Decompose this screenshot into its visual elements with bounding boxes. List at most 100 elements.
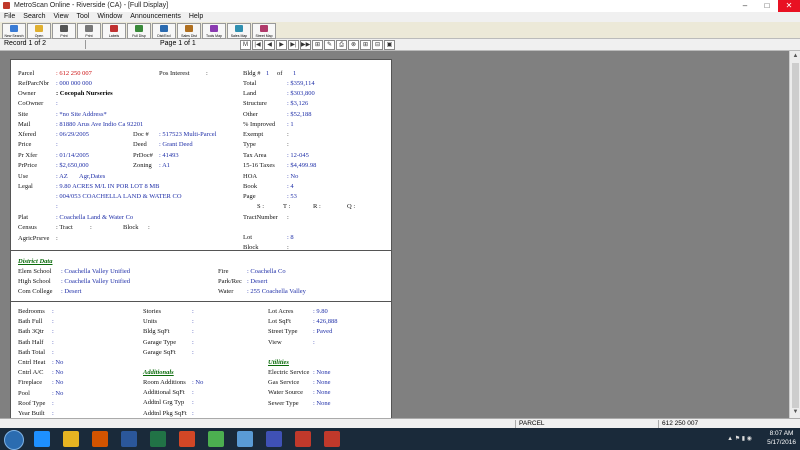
toolbar-button-1[interactable]: Open bbox=[27, 23, 51, 39]
field-label: Bldg SqFt bbox=[143, 328, 170, 336]
menu-tool[interactable]: Tool bbox=[73, 12, 94, 22]
taxes-label: 15-16 Taxes bbox=[243, 162, 275, 169]
menu-help[interactable]: Help bbox=[185, 12, 207, 22]
menu-announcements[interactable]: Announcements bbox=[126, 12, 185, 22]
clock[interactable]: 8:07 AM 5/17/2016 bbox=[767, 429, 796, 447]
menu-window[interactable]: Window bbox=[93, 12, 126, 22]
field-value: : None bbox=[313, 399, 331, 407]
lot-label: Lot bbox=[243, 234, 253, 241]
toolbar-button-0[interactable]: New Search bbox=[2, 23, 26, 39]
toolbar-button-6[interactable]: Dist/Excl bbox=[152, 23, 176, 39]
toolbar-button-4[interactable]: Labels bbox=[102, 23, 126, 39]
field-value: : bbox=[192, 318, 194, 326]
scroll-thumb[interactable] bbox=[792, 63, 799, 408]
field-label: View bbox=[268, 338, 282, 346]
s-label: S : bbox=[257, 203, 265, 210]
nav-button-11[interactable]: ⊟ bbox=[372, 40, 383, 50]
field-label: Addtnl Grg Typ bbox=[143, 399, 185, 407]
status-empty bbox=[0, 420, 513, 428]
doc-label: Doc # bbox=[133, 131, 149, 138]
field-value: : bbox=[192, 348, 194, 356]
tray-icons[interactable]: ▲ ⚑ ▮ ◉ bbox=[727, 435, 752, 442]
field-label: Fireplace bbox=[18, 379, 43, 387]
refparc-value: : 000 000 000 bbox=[56, 80, 92, 87]
vertical-scrollbar[interactable]: ▲ ▼ bbox=[789, 51, 800, 418]
close-button[interactable]: ✕ bbox=[778, 0, 800, 12]
toolbar-button-3[interactable]: Print bbox=[77, 23, 101, 39]
scroll-down-icon[interactable]: ▼ bbox=[791, 408, 800, 417]
nav-button-1[interactable]: |◀ bbox=[252, 40, 263, 50]
prprice-label: PrPrice bbox=[18, 162, 38, 169]
toolbar-label: Dist/Excl bbox=[157, 34, 171, 38]
toolbar-icon bbox=[260, 25, 268, 32]
nav-button-5[interactable]: ▶▶ bbox=[300, 40, 311, 50]
metroscan1-icon[interactable] bbox=[295, 431, 311, 447]
high-value: : Coachella Valley Unified bbox=[61, 278, 131, 285]
chrome-icon[interactable] bbox=[208, 431, 224, 447]
start-button[interactable] bbox=[4, 430, 24, 450]
toolbar: New Search Open Print Print Labels Full Disp D… bbox=[0, 22, 800, 39]
nav-button-2[interactable]: ◀ bbox=[264, 40, 275, 50]
field-label: Garage SqFt bbox=[143, 348, 176, 356]
word-icon[interactable] bbox=[121, 431, 137, 447]
nav-button-9[interactable]: ⊗ bbox=[348, 40, 359, 50]
utilities-title: Utilities bbox=[268, 359, 289, 366]
scroll-up-icon[interactable]: ▲ bbox=[791, 52, 800, 61]
nav-button-7[interactable]: ✎ bbox=[324, 40, 335, 50]
toolbar-button-9[interactable]: Sales Map bbox=[227, 23, 251, 39]
metroscan2-icon[interactable] bbox=[324, 431, 340, 447]
outlook-icon[interactable] bbox=[179, 431, 195, 447]
site-label: Site bbox=[18, 111, 29, 118]
network-icon[interactable] bbox=[237, 431, 253, 447]
structure-label: Structure bbox=[243, 100, 267, 107]
folder-icon[interactable] bbox=[63, 431, 79, 447]
menu-search[interactable]: Search bbox=[19, 12, 49, 22]
field-value: : None bbox=[313, 389, 331, 397]
toolbar-button-10[interactable]: Street Map bbox=[252, 23, 276, 39]
zoning-value: : A1 bbox=[159, 162, 171, 169]
parcel-section: Parcel : 612 250 007 RefParcNbr : 000 00… bbox=[11, 60, 391, 251]
other-value: : $52,188 bbox=[287, 111, 312, 118]
page-value: : 53 bbox=[287, 193, 297, 200]
nav-button-6[interactable]: ⊞ bbox=[312, 40, 323, 50]
t-label: T : bbox=[283, 203, 291, 210]
toolbar-icon bbox=[60, 25, 68, 32]
field-label: Street Type bbox=[268, 328, 298, 336]
minimize-button[interactable]: – bbox=[734, 0, 756, 12]
price-value: : bbox=[56, 141, 58, 148]
land-label: Land bbox=[243, 90, 257, 97]
field-label: Pool bbox=[18, 389, 30, 397]
agric-value: : bbox=[56, 235, 58, 242]
maximize-button[interactable]: □ bbox=[756, 0, 778, 12]
edge-icon[interactable] bbox=[266, 431, 282, 447]
park-label: Park/Rec bbox=[218, 278, 242, 285]
menu-file[interactable]: File bbox=[0, 12, 19, 22]
nav-button-8[interactable]: ⎙ bbox=[336, 40, 347, 50]
nav-button-12[interactable]: ▣ bbox=[384, 40, 395, 50]
media-icon[interactable] bbox=[92, 431, 108, 447]
nav-button-0[interactable]: M bbox=[240, 40, 251, 50]
taskbar: ▲ ⚑ ▮ ◉ 8:07 AM 5/17/2016 bbox=[0, 428, 800, 450]
ie-icon[interactable] bbox=[34, 431, 50, 447]
excel-icon[interactable] bbox=[150, 431, 166, 447]
plat-value: : Coachella Land & Water Co bbox=[56, 214, 134, 221]
zoning-label: Zoning bbox=[133, 162, 152, 169]
nav-button-4[interactable]: ▶| bbox=[288, 40, 299, 50]
field-value: : bbox=[52, 328, 54, 336]
toolbar-icon bbox=[210, 25, 218, 32]
tract-label: TractNumber bbox=[243, 214, 278, 221]
toolbar-button-5[interactable]: Full Disp bbox=[127, 23, 151, 39]
legal-value-2: : 004/053 COACHELLA LAND & WATER CO bbox=[56, 193, 182, 200]
field-label: Sewer Type bbox=[268, 399, 299, 407]
other-label: Other bbox=[243, 111, 258, 118]
water-value: : 255 Coachella Valley bbox=[247, 288, 306, 295]
field-value: : bbox=[52, 338, 54, 346]
toolbar-button-8[interactable]: Tools Map bbox=[202, 23, 226, 39]
toolbar-button-2[interactable]: Print bbox=[52, 23, 76, 39]
prprice-value: : $2,650,000 bbox=[56, 162, 89, 169]
toolbar-button-7[interactable]: Sales Dist bbox=[177, 23, 201, 39]
menu-view[interactable]: View bbox=[49, 12, 72, 22]
nav-button-10[interactable]: ⊞ bbox=[360, 40, 371, 50]
nav-button-3[interactable]: ▶ bbox=[276, 40, 287, 50]
record-nav-bar: Record 1 of 2 Page 1 of 1 M |◀ ◀ ▶ ▶| ▶▶ ⊞ ✎ ⎙ ⊗ ⊞… bbox=[0, 39, 800, 51]
